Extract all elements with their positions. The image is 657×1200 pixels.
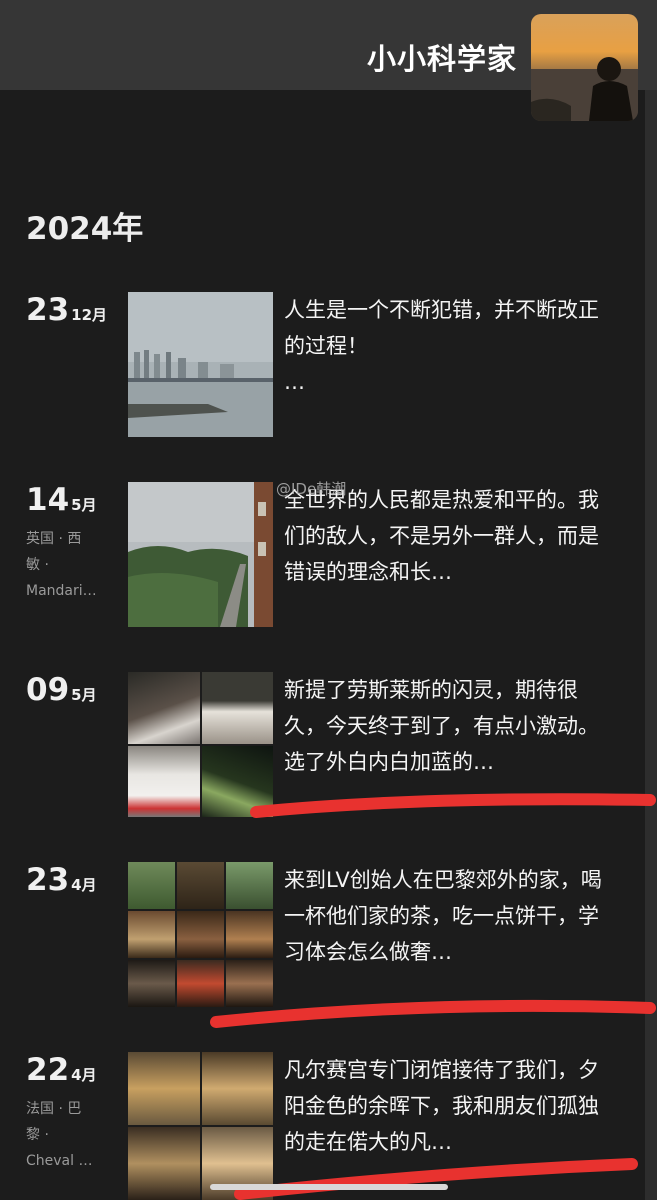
red-underline [210,999,656,1028]
red-annotation-marks [210,793,656,1200]
red-underline [250,793,656,818]
home-indicator[interactable] [210,1184,448,1190]
